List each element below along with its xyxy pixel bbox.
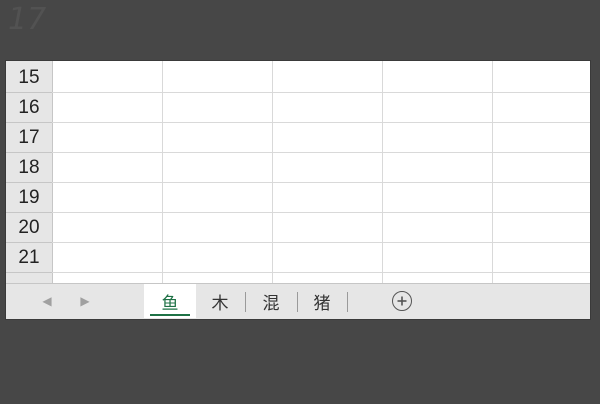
plus-circle-icon[interactable] [392, 291, 412, 311]
chevron-left-icon[interactable]: ◀ [38, 292, 56, 310]
cell-grid[interactable]: 15 16 17 18 19 20 21 [6, 61, 590, 283]
table-row: 18 [6, 153, 590, 183]
row-number[interactable]: 17 [6, 123, 52, 153]
table-row: 17 [6, 123, 590, 153]
sheet-tab-bar: ◀ ▶ 鱼 木 混 猪 [6, 283, 590, 319]
spreadsheet-window: 15 16 17 18 19 20 21 ◀ ▶ 鱼 木 混 猪 [6, 61, 590, 319]
row-number[interactable]: 19 [6, 183, 52, 213]
screenshot-frame: 17 15 16 17 18 19 20 21 ◀ ▶ 鱼 木 混 猪 [0, 0, 600, 404]
table-row: 21 [6, 243, 590, 273]
table-row: 19 [6, 183, 590, 213]
tab-separator [347, 292, 348, 312]
row-number[interactable]: 15 [6, 63, 52, 93]
row-number[interactable]: 16 [6, 93, 52, 123]
table-row: 15 [6, 63, 590, 93]
table-row: 20 [6, 213, 590, 243]
sheet-tab-3[interactable]: 混 [246, 284, 296, 318]
sheet-tab-1[interactable]: 鱼 [144, 284, 196, 318]
partial-row-number: 17 [8, 2, 47, 37]
sheet-tab-4[interactable]: 猪 [298, 284, 346, 318]
row-number[interactable]: 18 [6, 153, 52, 183]
chevron-right-icon[interactable]: ▶ [76, 292, 94, 310]
table-row: 16 [6, 93, 590, 123]
sheet-tab-2[interactable]: 木 [196, 284, 244, 318]
row-number[interactable]: 20 [6, 213, 52, 243]
row-number[interactable]: 21 [6, 243, 52, 273]
